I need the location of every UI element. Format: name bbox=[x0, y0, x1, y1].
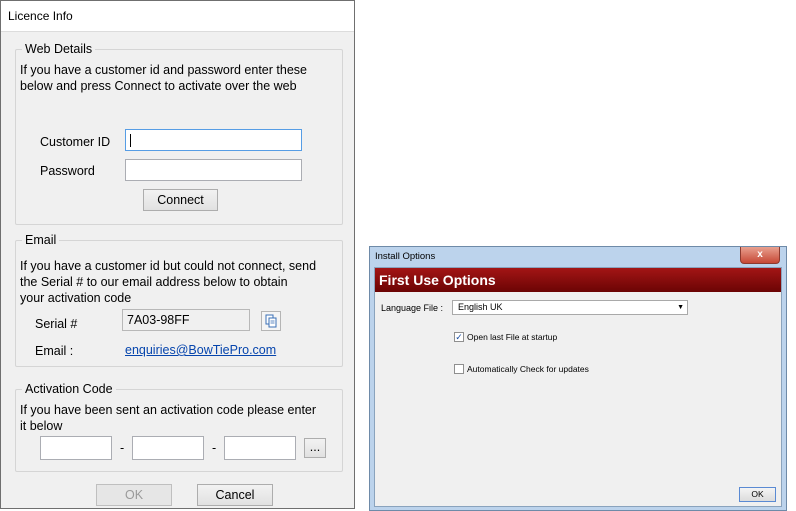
activation-description-line1: If you have been sent an activation code… bbox=[20, 403, 317, 417]
email-legend: Email bbox=[22, 232, 60, 248]
password-label: Password bbox=[40, 164, 95, 178]
web-details-description-line1: If you have a customer id and password e… bbox=[20, 63, 307, 77]
text-caret bbox=[130, 134, 131, 147]
activation-code-part3-input[interactable] bbox=[224, 436, 296, 460]
web-details-legend: Web Details bbox=[22, 41, 96, 57]
copy-icon bbox=[265, 314, 277, 328]
activation-separator: - bbox=[120, 441, 125, 455]
serial-field: 7A03-98FF bbox=[122, 309, 250, 331]
customer-id-input[interactable] bbox=[125, 129, 302, 151]
email-label: Email : bbox=[35, 344, 74, 358]
email-group: Email If you have a customer id but coul… bbox=[15, 232, 343, 367]
email-description-line1: If you have a customer id but could not … bbox=[20, 259, 317, 273]
install-options-client: First Use Options Language File : Englis… bbox=[374, 267, 782, 507]
support-email-link[interactable]: enquiries@BowTiePro.com bbox=[125, 342, 276, 358]
customer-id-label: Customer ID bbox=[40, 135, 111, 149]
connect-button[interactable]: Connect bbox=[143, 189, 218, 211]
language-file-label: Language File : bbox=[381, 303, 444, 313]
activation-separator: - bbox=[212, 441, 217, 455]
ok-button[interactable]: OK bbox=[739, 487, 776, 502]
first-use-options-banner: First Use Options bbox=[375, 268, 781, 292]
licence-info-dialog: Licence Info Web Details If you have a c… bbox=[0, 0, 355, 509]
close-button[interactable]: x bbox=[740, 247, 780, 264]
language-file-select[interactable]: English UK ▼ bbox=[452, 300, 688, 315]
web-details-group: Web Details If you have a customer id an… bbox=[15, 41, 343, 225]
activation-code-group: Activation Code If you have been sent an… bbox=[15, 381, 343, 472]
language-file-value: English UK bbox=[458, 302, 503, 312]
close-icon: x bbox=[757, 249, 763, 260]
activation-code-legend: Activation Code bbox=[22, 381, 116, 397]
serial-label: Serial # bbox=[35, 317, 78, 331]
dialog-title: Install Options bbox=[375, 251, 436, 262]
install-options-dialog: Install Options x First Use Options Lang… bbox=[369, 246, 787, 511]
ok-button[interactable]: OK bbox=[96, 484, 172, 506]
cancel-button[interactable]: Cancel bbox=[197, 484, 273, 506]
activation-description-line2: it below bbox=[20, 419, 63, 433]
password-input[interactable] bbox=[125, 159, 302, 181]
dialog-title: Licence Info bbox=[1, 1, 354, 32]
copy-serial-button[interactable] bbox=[261, 311, 281, 331]
activation-code-part1-input[interactable] bbox=[40, 436, 112, 460]
auto-check-updates-label: Automatically Check for updates bbox=[467, 364, 589, 374]
open-last-file-checkbox[interactable]: ✓ bbox=[454, 332, 464, 342]
email-description-line3: your activation code bbox=[20, 291, 132, 305]
email-description-line2: the Serial # to our email address below … bbox=[20, 275, 288, 289]
activation-code-part2-input[interactable] bbox=[132, 436, 204, 460]
open-last-file-label: Open last File at startup bbox=[467, 332, 558, 342]
browse-button[interactable]: ... bbox=[304, 438, 326, 458]
auto-check-updates-checkbox[interactable] bbox=[454, 364, 464, 374]
dropdown-arrow-icon: ▼ bbox=[677, 304, 684, 311]
web-details-description-line2: below and press Connect to activate over… bbox=[20, 79, 297, 93]
